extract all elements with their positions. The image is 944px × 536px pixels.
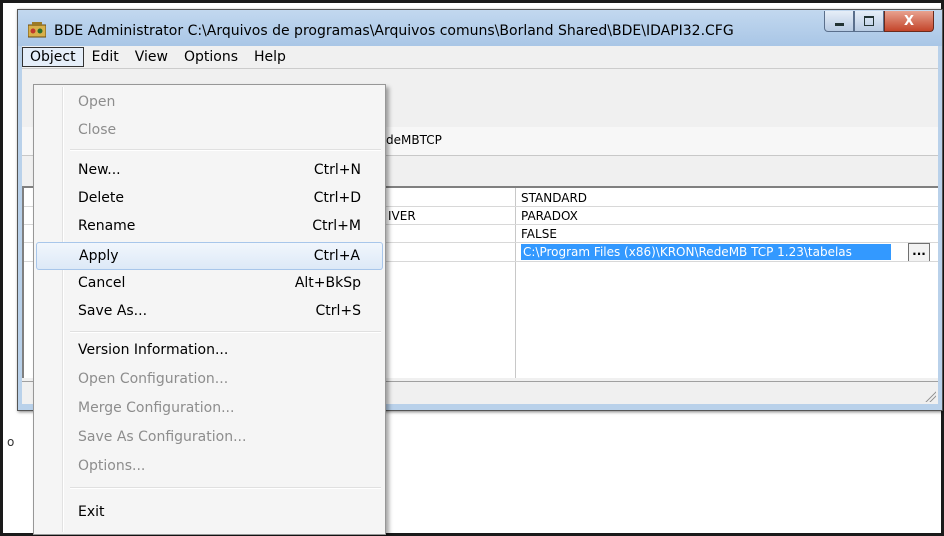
close-button[interactable]: X — [884, 11, 934, 32]
menu-item-save-as-configuration[interactable]: Save As Configuration... — [36, 424, 383, 450]
menu-separator — [70, 331, 381, 333]
menu-item-delete[interactable]: Delete Ctrl+D — [36, 185, 383, 211]
menu-item-label: Exit — [78, 504, 105, 520]
menu-item-label: Rename — [78, 218, 136, 234]
menu-item-shortcut: Ctrl+S — [315, 303, 361, 319]
menu-help[interactable]: Help — [246, 47, 294, 67]
menu-item-open-configuration[interactable]: Open Configuration... — [36, 366, 383, 392]
close-icon: X — [903, 13, 915, 29]
menu-options[interactable]: Options — [176, 47, 246, 67]
menu-item-rename[interactable]: Rename Ctrl+M — [36, 213, 383, 239]
menu-item-label: Version Information... — [78, 342, 229, 358]
minimize-icon — [834, 23, 844, 26]
minimize-button[interactable] — [824, 11, 854, 32]
menu-edit[interactable]: Edit — [84, 47, 127, 67]
screenshot-frame: o BDE Administrator C:\Arquivos de progr… — [0, 0, 944, 536]
menu-item-shortcut: Alt+BkSp — [294, 275, 361, 291]
browse-button[interactable]: ... — [908, 243, 930, 262]
menu-item-exit[interactable]: Exit — [36, 499, 383, 525]
menu-item-open[interactable]: Open — [36, 89, 383, 115]
menu-item-version-information[interactable]: Version Information... — [36, 337, 383, 363]
menu-item-label: Open — [78, 94, 116, 110]
menu-item-shortcut: Ctrl+M — [312, 218, 361, 234]
menu-item-new[interactable]: New... Ctrl+N — [36, 157, 383, 183]
menu-item-shortcut: Ctrl+N — [313, 162, 361, 178]
bde-app-icon — [28, 22, 46, 38]
menu-item-label: New... — [78, 162, 121, 178]
grid-value: FALSE — [521, 227, 557, 241]
menu-item-label: Options... — [78, 458, 146, 474]
menu-separator — [70, 149, 381, 151]
menu-item-label: Apply — [79, 248, 119, 264]
caption-buttons: X — [824, 11, 934, 33]
resize-grip-icon[interactable] — [924, 390, 936, 402]
menu-item-label: Delete — [78, 190, 124, 206]
grid-key: IVER — [388, 209, 416, 223]
background-text-fragment: o — [7, 435, 15, 449]
menu-separator — [70, 487, 381, 489]
menu-item-label: Open Configuration... — [78, 371, 229, 387]
menu-item-shortcut: Ctrl+A — [313, 248, 360, 264]
menu-item-merge-configuration[interactable]: Merge Configuration... — [36, 395, 383, 421]
menu-view[interactable]: View — [127, 47, 176, 67]
menu-item-shortcut: Ctrl+D — [313, 190, 361, 206]
menu-object[interactable]: Object — [22, 47, 84, 67]
maximize-button[interactable] — [854, 11, 884, 32]
path-input[interactable]: C:\Program Files (x86)\KRON\RedeMB TCP 1… — [521, 244, 891, 260]
grid-value: STANDARD — [521, 191, 588, 205]
grid-value: PARADOX — [521, 209, 578, 223]
menu-item-save-as[interactable]: Save As... Ctrl+S — [36, 298, 383, 324]
menu-item-close[interactable]: Close — [36, 117, 383, 143]
menu-item-apply[interactable]: Apply Ctrl+A — [36, 242, 383, 270]
object-name: deMBTCP — [386, 133, 442, 147]
menu-item-options[interactable]: Options... — [36, 453, 383, 479]
menu-item-label: Close — [78, 122, 117, 138]
menu-item-label: Save As... — [78, 303, 148, 319]
title-bar[interactable]: BDE Administrator C:\Arquivos de program… — [18, 10, 942, 46]
menu-item-label: Cancel — [78, 275, 126, 291]
object-menu-dropdown: Open Close New... Ctrl+N Delete Ctrl+D R… — [33, 84, 386, 535]
window-title: BDE Administrator C:\Arquivos de program… — [54, 23, 734, 39]
menu-item-label: Save As Configuration... — [78, 429, 247, 445]
menu-item-cancel[interactable]: Cancel Alt+BkSp — [36, 270, 383, 296]
maximize-icon — [864, 16, 874, 26]
menu-item-label: Merge Configuration... — [78, 400, 235, 416]
menu-bar: Object Edit View Options Help — [22, 46, 938, 69]
